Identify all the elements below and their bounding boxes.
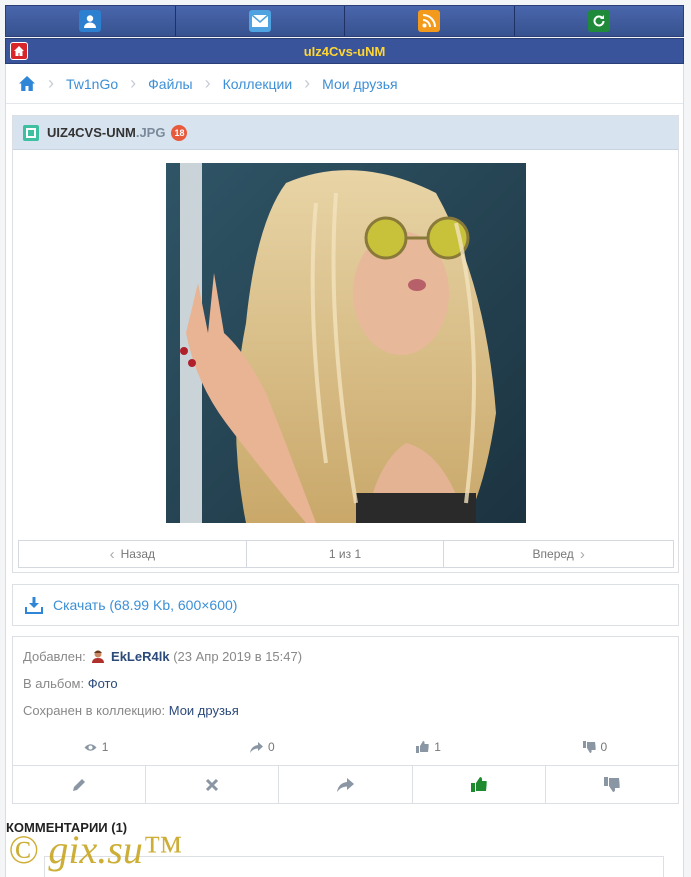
chevron-right-icon: › [130,73,137,93]
stats-row: 1 0 1 0 [13,737,678,757]
chevron-right-icon: › [48,73,54,93]
shares-count: 0 [268,740,275,754]
shares-stat: 0 [179,737,345,757]
album-label: В альбом: [23,676,85,691]
file-extension: .JPG [135,125,166,140]
rss-icon [418,10,441,32]
collection-label: Сохранен в коллекцию: [23,703,166,718]
main-panel: › Tw1nGo › Файлы › Коллекции › Мои друзь… [5,64,684,877]
title-bar: uIz4Cvs-uNM [5,38,684,64]
file-info-card: Добавлен: EkLeR4lk (23 Апр 2019 в 15:47)… [12,636,679,804]
nav-rss[interactable] [345,6,515,36]
file-name: UIZ4CVS-UNM [47,125,136,140]
home-icon[interactable] [18,75,36,92]
delete-button[interactable] [146,766,280,803]
age-rating-badge: 18 [171,124,188,141]
breadcrumb-item-collections[interactable]: Коллекции [223,76,293,92]
breadcrumb-item-tw1ngo[interactable]: Tw1nGo [66,76,118,92]
file-card: UIZ4CVS-UNM .JPG 18 ‹ Назад 1 из 1 Впере… [12,115,679,573]
close-icon [204,777,220,793]
album-line: В альбом: Фото [23,676,118,691]
breadcrumb-item-my-friends[interactable]: Мои друзья [322,76,397,92]
breadcrumb-item-files[interactable]: Файлы [148,76,192,92]
prev-label: Назад [120,547,156,561]
thumbs-down-icon [603,777,620,792]
added-line: Добавлен: EkLeR4lk (23 Апр 2019 в 15:47) [23,649,302,664]
chevron-left-icon: ‹ [109,545,115,563]
collection-link[interactable]: Мои друзья [169,703,239,718]
edit-button[interactable] [13,766,147,803]
download-link[interactable]: Скачать (68.99 Kb, 600×600) [12,584,679,626]
added-date: (23 Апр 2019 в 15:47) [173,649,303,664]
next-label: Вперед [532,547,574,561]
dislike-button[interactable] [546,766,678,803]
chevron-right-icon: › [304,73,311,93]
user-icon [79,10,102,32]
download-icon [25,596,43,614]
top-nav-bar [5,5,684,37]
page-title: uIz4Cvs-uNM [303,44,386,59]
page-position: 1 из 1 [247,541,445,567]
thumbs-up-icon [470,777,487,792]
pencil-icon [71,777,87,793]
refresh-icon [587,10,610,32]
nav-refresh[interactable] [514,6,683,36]
user-link[interactable]: EkLeR4lk [111,649,170,664]
album-link[interactable]: Фото [88,676,118,691]
nav-mail[interactable] [175,6,345,36]
actions-row [13,765,678,803]
breadcrumb: › Tw1nGo › Файлы › Коллекции › Мои друзь… [6,64,683,104]
image-file-icon [23,124,39,141]
eye-icon [84,743,97,752]
chevron-right-icon: › [204,73,211,93]
added-label: Добавлен: [23,649,86,664]
thumbs-down-icon [582,741,596,753]
share-icon [250,741,264,753]
like-button[interactable] [413,766,546,803]
next-button[interactable]: Вперед › [444,541,673,567]
likes-stat: 1 [346,737,512,757]
photo-preview[interactable] [166,163,526,523]
dislikes-count: 0 [600,740,608,754]
chevron-right-icon: › [579,545,585,563]
likes-count: 1 [434,740,441,754]
views-stat: 1 [13,737,179,757]
mail-icon [248,10,271,32]
prev-button[interactable]: ‹ Назад [19,541,247,567]
nav-profile[interactable] [6,6,176,36]
share-icon [337,777,354,792]
photo-image [166,163,526,523]
collection-line: Сохранен в коллекцию: Мои друзья [23,703,239,718]
thumbs-up-icon [416,741,429,753]
image-pager: ‹ Назад 1 из 1 Вперед › [18,540,674,568]
share-button[interactable] [279,766,413,803]
watermark: © gix.su™ [8,827,183,872]
views-count: 1 [101,740,109,754]
dislikes-stat: 0 [512,737,678,757]
file-header: UIZ4CVS-UNM .JPG 18 [13,116,678,150]
user-avatar-icon [91,649,105,663]
download-label: Скачать (68.99 Kb, 600×600) [53,597,238,613]
